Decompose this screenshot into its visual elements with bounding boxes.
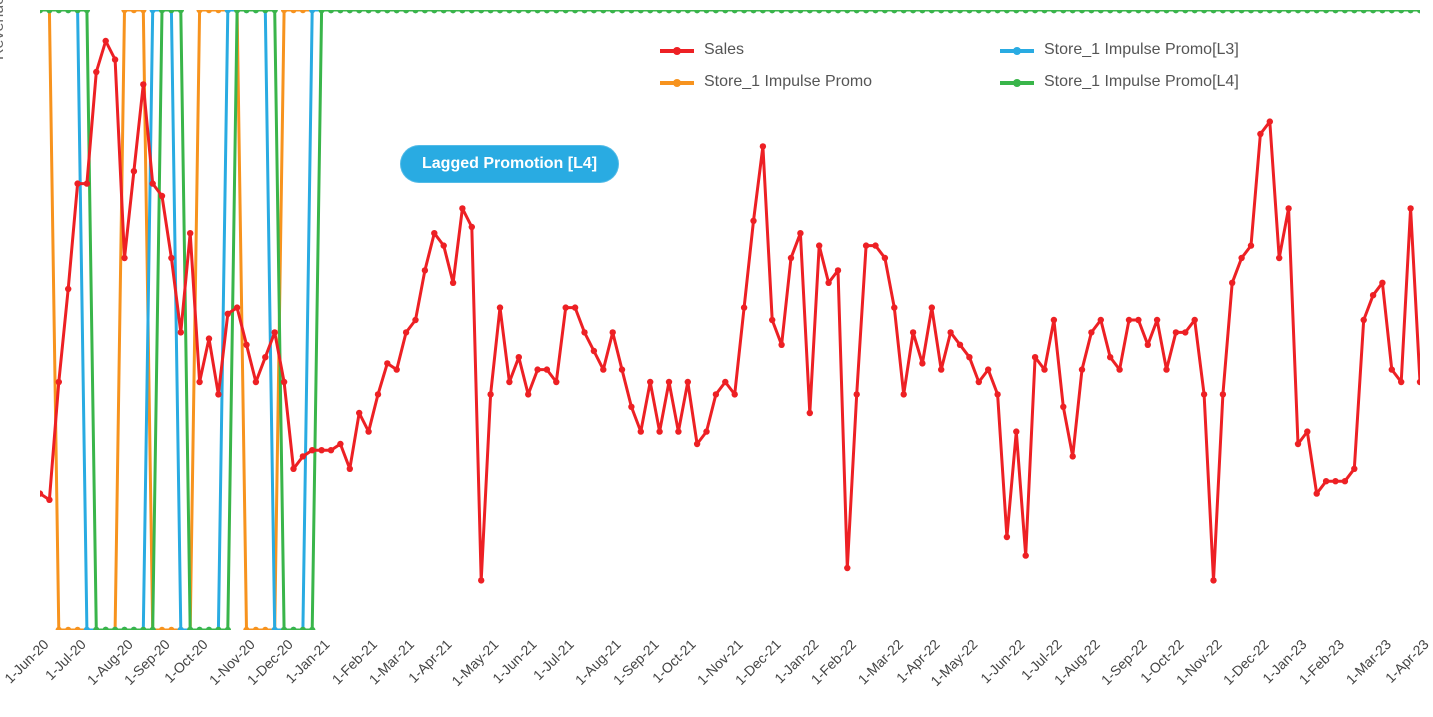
legend-swatch-promo [660,81,694,85]
legend-item-sales: Sales [660,40,920,60]
legend-label: Sales [704,40,744,60]
legend-swatch-l3 [1000,49,1034,53]
x-axis-ticks: 1-Jun-201-Jul-201-Aug-201-Sep-201-Oct-20… [40,630,1420,710]
x-tick: 1-Jun-22 [977,636,1027,686]
legend: Sales Store_1 Impulse Promo[L3] Store_1 … [660,40,1260,104]
legend-swatch-l4 [1000,81,1034,85]
x-tick: 1-May-21 [449,636,502,689]
legend-item-promo: Store_1 Impulse Promo [660,72,920,92]
annotation-pill: Lagged Promotion [L4] [400,145,619,183]
legend-item-promo-l3: Store_1 Impulse Promo[L3] [1000,40,1260,60]
x-tick: 1-Jul-20 [42,636,89,683]
x-tick: 1-Mar-23 [1342,636,1393,687]
legend-label: Store_1 Impulse Promo[L3] [1044,40,1239,60]
legend-label: Store_1 Impulse Promo[L4] [1044,72,1239,92]
x-tick: 1-Jul-21 [530,636,577,683]
legend-item-promo-l4: Store_1 Impulse Promo[L4] [1000,72,1260,92]
legend-label: Store_1 Impulse Promo [704,72,872,92]
legend-swatch-sales [660,49,694,53]
y-axis-label: Revenue [0,0,8,60]
x-tick: 1-Jun-20 [1,636,51,686]
